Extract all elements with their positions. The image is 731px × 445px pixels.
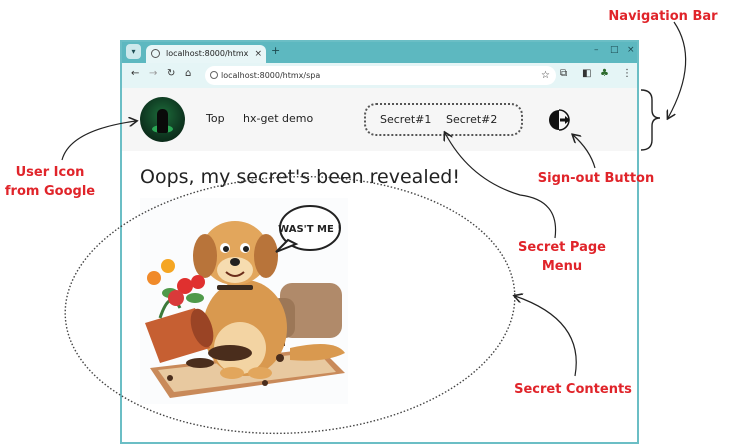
secret-page-menu-label: Secret Page Menu [514, 238, 610, 276]
navbar-brace [640, 89, 661, 151]
navigation-bar: Top hx-get demo Secret#1 Secret#2 [122, 88, 637, 151]
browser-toolbar: ← → ↻ ⌂ localhost:8000/htmx/spa ☆ ⧉ ◧ ♣ … [122, 63, 637, 88]
user-icon-label-line1: User Icon [15, 165, 85, 180]
secret-page-menu-label-line1: Secret Page [518, 240, 606, 255]
nav-link-top[interactable]: Top [206, 112, 225, 125]
signout-button-label: Sign-out Button [537, 171, 655, 186]
page-headline: Oops, my secret's been revealed! [140, 166, 460, 188]
menu-dots-icon[interactable]: ⋮ [622, 68, 632, 79]
user-icon-label: User Icon from Google [4, 163, 96, 201]
navigation-bar-label: Navigation Bar [608, 9, 718, 24]
secret-1-link[interactable]: Secret#1 [380, 113, 431, 126]
bookmark-star-icon[interactable]: ☆ [541, 66, 550, 85]
avatar-figure [157, 109, 168, 133]
secret-page-menu-label-line2: Menu [541, 259, 583, 274]
tab-search-button[interactable]: ▾ [126, 44, 141, 59]
secret-2-link[interactable]: Secret#2 [446, 113, 497, 126]
forward-arrow-icon[interactable]: → [149, 68, 157, 79]
reload-icon[interactable]: ↻ [167, 68, 175, 79]
sidebar-icon[interactable]: ◧ [582, 68, 591, 79]
secret-contents-label: Secret Contents [514, 382, 632, 397]
minimize-button[interactable]: – [594, 45, 599, 55]
secret-page-menu: Secret#1 Secret#2 [364, 103, 523, 136]
speech-bubble-text: WAS'T ME ! [278, 224, 342, 235]
tab-close-icon[interactable]: × [254, 45, 262, 63]
extensions-icon[interactable]: ⧉ [560, 68, 567, 79]
site-info-icon[interactable] [210, 71, 218, 79]
secret-dog-image: WAS'T ME ! [140, 198, 348, 404]
globe-icon [151, 49, 160, 58]
nav-link-hx-get-demo[interactable]: hx-get demo [243, 112, 313, 125]
user-icon-label-line2: from Google [4, 184, 96, 199]
browser-tab[interactable]: localhost:8000/htmx × [146, 45, 266, 63]
profile-tree-icon[interactable]: ♣ [600, 68, 609, 79]
back-arrow-icon[interactable]: ← [131, 68, 139, 79]
maximize-button[interactable]: □ [610, 45, 619, 55]
user-avatar[interactable] [140, 97, 185, 142]
url-text: localhost:8000/htmx/spa [221, 71, 321, 80]
navigation-bar-arrow [668, 21, 687, 118]
home-icon[interactable]: ⌂ [185, 68, 191, 79]
address-bar[interactable]: localhost:8000/htmx/spa ☆ [205, 66, 556, 85]
new-tab-button[interactable]: + [271, 44, 280, 57]
tab-title: localhost:8000/htmx [166, 49, 249, 58]
close-window-button[interactable]: × [627, 45, 635, 55]
browser-titlebar: ▾ localhost:8000/htmx × + – □ × [122, 42, 637, 63]
sign-out-icon[interactable] [547, 108, 571, 132]
